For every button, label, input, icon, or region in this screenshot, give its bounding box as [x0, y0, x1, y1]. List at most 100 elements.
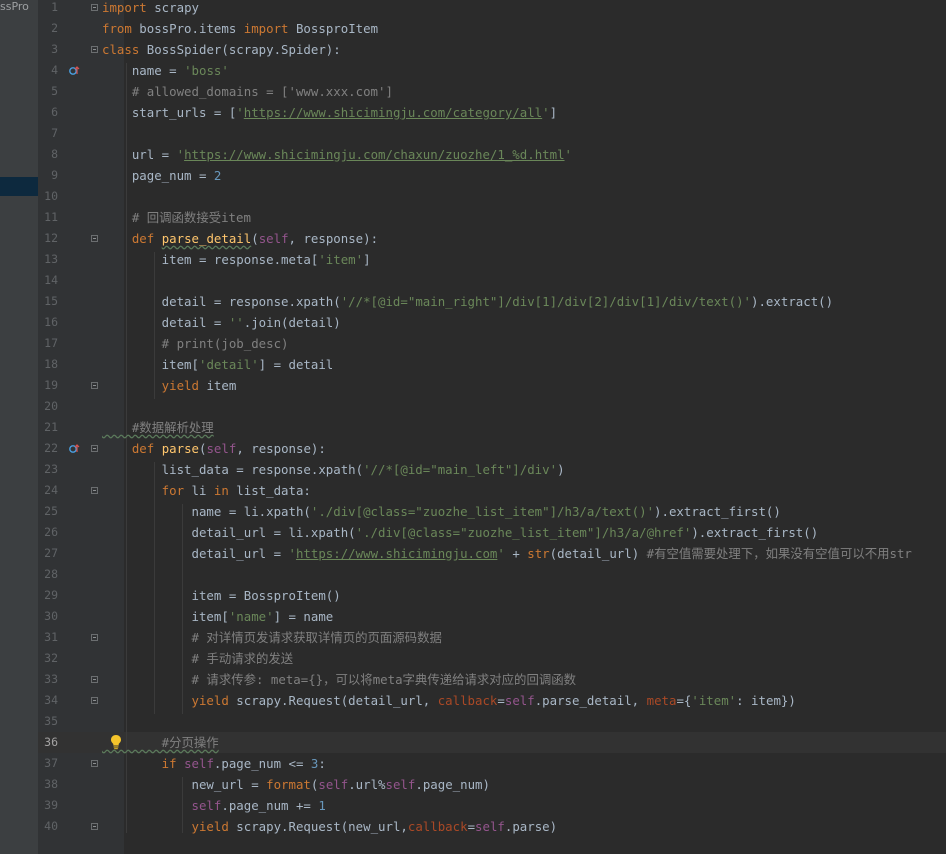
line-number[interactable]: 13 — [38, 249, 58, 270]
override-icon[interactable] — [68, 65, 80, 77]
code-line[interactable]: # 回调函数接受item — [102, 207, 251, 228]
line-number[interactable]: 14 — [38, 270, 58, 291]
fold-marker-icon[interactable] — [91, 634, 98, 641]
code-editor[interactable] — [124, 0, 946, 854]
code-line[interactable]: list_data = response.xpath('//*[@id="mai… — [102, 459, 565, 480]
code-line[interactable]: new_url = format(self.url%self.page_num) — [102, 774, 490, 795]
line-number[interactable]: 19 — [38, 375, 58, 396]
line-number[interactable]: 36 — [38, 732, 58, 753]
line-number[interactable]: 26 — [38, 522, 58, 543]
code-line[interactable]: detail_url = 'https://www.shicimingju.co… — [102, 543, 912, 564]
fold-marker-icon[interactable] — [91, 46, 98, 53]
code-line[interactable]: page_num = 2 — [102, 165, 222, 186]
line-number[interactable]: 22 — [38, 438, 58, 459]
fold-marker-icon[interactable] — [91, 445, 98, 452]
code-token: '' — [228, 315, 244, 330]
line-number[interactable]: 39 — [38, 795, 58, 816]
code-line[interactable]: detail = ''.join(detail) — [102, 312, 341, 333]
code-line[interactable]: name = li.xpath('./div[@class="zuozhe_li… — [102, 501, 781, 522]
line-number[interactable]: 28 — [38, 564, 58, 585]
code-line[interactable]: name = 'boss' — [102, 60, 229, 81]
fold-marker-icon[interactable] — [91, 4, 98, 11]
line-number[interactable]: 11 — [38, 207, 58, 228]
line-number[interactable]: 32 — [38, 648, 58, 669]
line-number[interactable]: 34 — [38, 690, 58, 711]
line-number[interactable]: 8 — [38, 144, 58, 165]
project-selected-row[interactable] — [0, 177, 38, 196]
line-number[interactable]: 23 — [38, 459, 58, 480]
code-line[interactable]: item = response.meta['item'] — [102, 249, 371, 270]
code-line[interactable]: # print(job_desc) — [102, 333, 289, 354]
line-number[interactable]: 33 — [38, 669, 58, 690]
project-panel-edge[interactable]: ssPro — [0, 0, 38, 854]
code-token: ] = detail — [258, 357, 334, 372]
line-number[interactable]: 24 — [38, 480, 58, 501]
code-line[interactable]: def parse(self, response): — [102, 438, 326, 459]
code-line[interactable]: detail_url = li.xpath('./div[@class="zuo… — [102, 522, 819, 543]
line-number[interactable]: 12 — [38, 228, 58, 249]
code-line[interactable]: #数据解析处理 — [102, 417, 214, 438]
code-line[interactable]: from bossPro.items import BossproItem — [102, 18, 378, 39]
line-number[interactable]: 15 — [38, 291, 58, 312]
code-token: ).extract_first() — [654, 504, 781, 519]
line-number[interactable]: 3 — [38, 39, 58, 60]
code-line[interactable]: detail = response.xpath('//*[@id="main_r… — [102, 291, 833, 312]
code-token: ] — [363, 252, 371, 267]
fold-marker-icon[interactable] — [91, 487, 98, 494]
fold-marker-icon[interactable] — [91, 697, 98, 704]
code-token: str — [527, 546, 550, 561]
code-line[interactable]: class BossSpider(scrapy.Spider): — [102, 39, 341, 60]
line-number[interactable]: 2 — [38, 18, 58, 39]
line-number[interactable]: 6 — [38, 102, 58, 123]
line-number[interactable]: 25 — [38, 501, 58, 522]
line-number[interactable]: 5 — [38, 81, 58, 102]
code-token: : item}) — [736, 693, 796, 708]
line-number[interactable]: 16 — [38, 312, 58, 333]
line-number[interactable]: 20 — [38, 396, 58, 417]
code-token: parse — [161, 441, 199, 456]
line-number[interactable]: 17 — [38, 333, 58, 354]
override-icon[interactable] — [68, 443, 80, 455]
line-number[interactable]: 31 — [38, 627, 58, 648]
line-number[interactable]: 10 — [38, 186, 58, 207]
fold-marker-icon[interactable] — [91, 676, 98, 683]
line-number[interactable]: 27 — [38, 543, 58, 564]
line-number[interactable]: 21 — [38, 417, 58, 438]
line-number[interactable]: 9 — [38, 165, 58, 186]
code-line[interactable]: yield item — [102, 375, 237, 396]
line-number[interactable]: 29 — [38, 585, 58, 606]
fold-marker-icon[interactable] — [91, 823, 98, 830]
fold-marker-icon[interactable] — [91, 760, 98, 767]
code-line[interactable]: item['detail'] = detail — [102, 354, 334, 375]
code-line[interactable]: yield scrapy.Request(detail_url, callbac… — [102, 690, 796, 711]
code-line[interactable]: start_urls = ['https://www.shicimingju.c… — [102, 102, 557, 123]
code-line[interactable]: # 请求传参: meta={}，可以将meta字典传递给请求对应的回调函数 — [102, 669, 577, 690]
code-line[interactable]: # 对详情页发请求获取详情页的页面源码数据 — [102, 627, 442, 648]
code-line[interactable]: self.page_num += 1 — [102, 795, 326, 816]
line-number[interactable]: 37 — [38, 753, 58, 774]
line-number[interactable]: 38 — [38, 774, 58, 795]
code-line[interactable]: item = BossproItem() — [102, 585, 341, 606]
fold-marker-icon[interactable] — [91, 235, 98, 242]
code-token: import — [102, 0, 147, 15]
code-line[interactable]: url = 'https://www.shicimingju.com/chaxu… — [102, 144, 572, 165]
code-line[interactable]: #分页操作 — [102, 732, 219, 753]
code-line[interactable]: import scrapy — [102, 0, 199, 18]
line-number[interactable]: 4 — [38, 60, 58, 81]
line-number[interactable]: 1 — [38, 0, 58, 18]
line-number[interactable]: 35 — [38, 711, 58, 732]
line-number[interactable]: 7 — [38, 123, 58, 144]
line-number[interactable]: 40 — [38, 816, 58, 837]
code-line[interactable]: def parse_detail(self, response): — [102, 228, 378, 249]
line-number[interactable]: 18 — [38, 354, 58, 375]
code-line[interactable]: # 手动请求的发送 — [102, 648, 294, 669]
code-line[interactable]: if self.page_num <= 3: — [102, 753, 326, 774]
code-token: scrapy — [146, 0, 199, 15]
code-line[interactable]: item['name'] = name — [102, 606, 334, 627]
line-number[interactable]: 30 — [38, 606, 58, 627]
code-line[interactable]: yield scrapy.Request(new_url,callback=se… — [102, 816, 558, 837]
code-line[interactable]: # allowed_domains = ['www.xxx.com'] — [102, 81, 393, 102]
project-label[interactable]: ssPro — [0, 0, 38, 15]
fold-marker-icon[interactable] — [91, 382, 98, 389]
code-line[interactable]: for li in list_data: — [102, 480, 311, 501]
